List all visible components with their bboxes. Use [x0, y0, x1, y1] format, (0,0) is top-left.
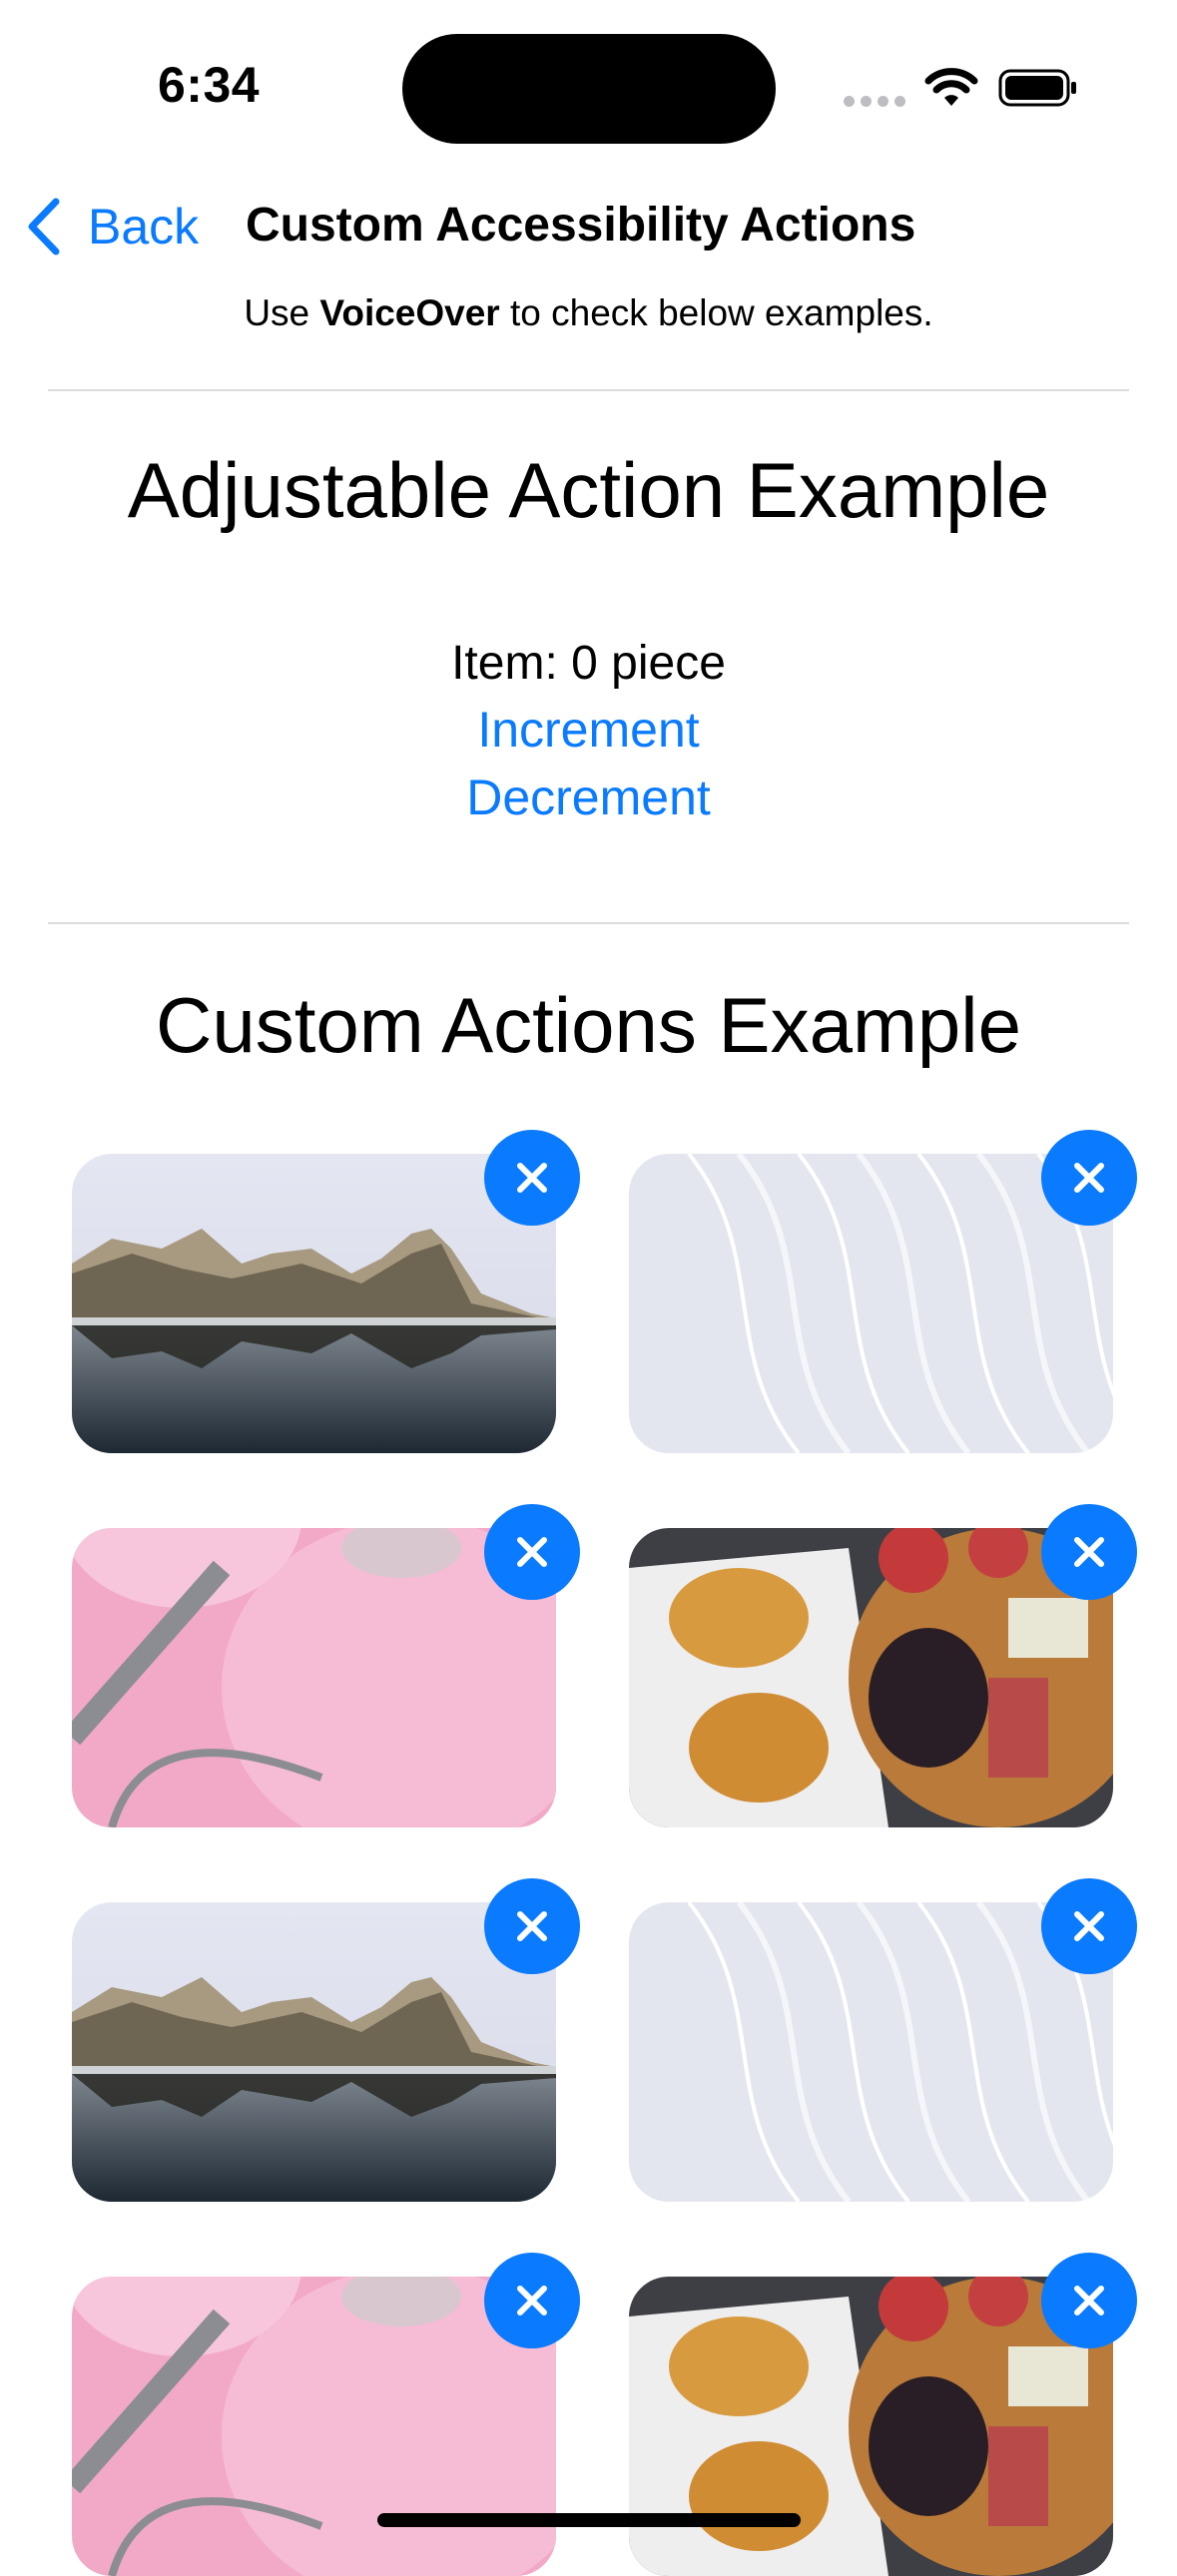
decrement-button[interactable]: Decrement — [0, 769, 1177, 826]
close-icon — [517, 1163, 547, 1193]
page-title: Custom Accessibility Actions — [246, 199, 916, 252]
home-indicator[interactable] — [377, 2513, 801, 2527]
image-card-pink-abstract[interactable] — [72, 2277, 556, 2576]
divider — [48, 922, 1129, 924]
remove-image-button[interactable] — [1041, 1504, 1137, 1600]
remove-image-button[interactable] — [1041, 2253, 1137, 2348]
close-icon — [1074, 1911, 1104, 1941]
chevron-left-icon — [28, 198, 60, 256]
wifi-icon — [924, 68, 978, 106]
cellular-signal-icon — [844, 94, 911, 112]
image-card-food-platter[interactable] — [629, 1528, 1113, 1827]
image-card-food-platter[interactable] — [629, 2277, 1113, 2576]
close-icon — [517, 2286, 547, 2316]
battery-icon — [998, 69, 1076, 107]
image-card-pink-abstract[interactable] — [72, 1528, 556, 1827]
close-icon — [1074, 2286, 1104, 2316]
dynamic-island — [402, 34, 776, 144]
adjustable-section-title: Adjustable Action Example — [127, 446, 1050, 534]
divider — [48, 389, 1129, 391]
remove-image-button[interactable] — [484, 1504, 580, 1600]
remove-image-button[interactable] — [484, 2253, 580, 2348]
increment-button[interactable]: Increment — [0, 701, 1177, 759]
close-icon — [517, 1537, 547, 1567]
image-card-white-waves[interactable] — [629, 1154, 1113, 1453]
back-button[interactable]: Back — [22, 196, 199, 258]
close-icon — [1074, 1163, 1104, 1193]
image-card-white-waves[interactable] — [629, 1902, 1113, 2202]
remove-image-button[interactable] — [484, 1130, 580, 1226]
image-card-mountain-lake[interactable] — [72, 1902, 556, 2202]
instructions-prefix: Use — [244, 292, 320, 333]
instructions-suffix: to check below examples. — [499, 292, 933, 333]
back-label: Back — [88, 199, 200, 255]
item-count-label: Item: 0 piece — [451, 637, 726, 690]
custom-section-title: Custom Actions Example — [155, 981, 1022, 1069]
status-time: 6:34 — [158, 57, 261, 113]
remove-image-button[interactable] — [1041, 1878, 1137, 1974]
remove-image-button[interactable] — [484, 1878, 580, 1974]
image-card-mountain-lake[interactable] — [72, 1154, 556, 1453]
close-icon — [1074, 1537, 1104, 1567]
instructions-bold: VoiceOver — [319, 292, 500, 333]
instructions-text: Use VoiceOver to check below examples. — [0, 292, 1177, 334]
remove-image-button[interactable] — [1041, 1130, 1137, 1226]
close-icon — [517, 1911, 547, 1941]
